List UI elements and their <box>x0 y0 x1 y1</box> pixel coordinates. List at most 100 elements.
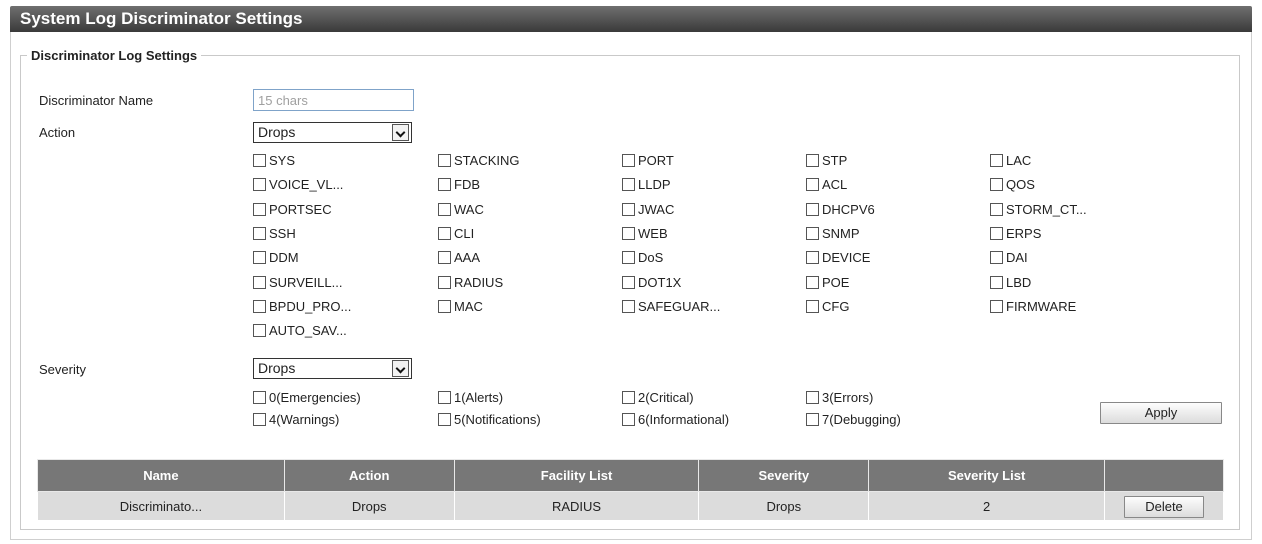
facility-checkbox-dai[interactable]: DAI <box>990 250 1028 266</box>
severity-checkbox-0-emergencies[interactable]: 0(Emergencies) <box>253 390 361 406</box>
severity-select[interactable]: Drops <box>253 358 412 379</box>
checkbox-icon[interactable] <box>806 227 819 240</box>
checkbox-icon[interactable] <box>806 276 819 289</box>
checkbox-icon[interactable] <box>622 178 635 191</box>
facility-checkbox-stp[interactable]: STP <box>806 153 847 169</box>
facility-checkbox-sys[interactable]: SYS <box>253 153 295 169</box>
facility-checkbox-voice-vl[interactable]: VOICE_VL... <box>253 177 343 193</box>
checkbox-icon[interactable] <box>622 227 635 240</box>
facility-checkbox-snmp[interactable]: SNMP <box>806 226 860 242</box>
facility-checkbox-poe[interactable]: POE <box>806 275 849 291</box>
facility-checkbox-auto-sav[interactable]: AUTO_SAV... <box>253 323 347 339</box>
checkbox-icon[interactable] <box>253 154 266 167</box>
facility-checkbox-qos[interactable]: QOS <box>990 177 1035 193</box>
facility-label: SAFEGUAR... <box>638 299 721 314</box>
severity-label: Severity <box>39 362 86 377</box>
checkbox-icon[interactable] <box>622 276 635 289</box>
checkbox-icon[interactable] <box>438 276 451 289</box>
facility-label: SNMP <box>822 226 860 241</box>
checkbox-icon[interactable] <box>990 178 1003 191</box>
facility-checkbox-device[interactable]: DEVICE <box>806 250 870 266</box>
checkbox-icon[interactable] <box>990 154 1003 167</box>
facility-checkbox-erps[interactable]: ERPS <box>990 226 1041 242</box>
facility-checkbox-port[interactable]: PORT <box>622 153 674 169</box>
facility-checkbox-firmware[interactable]: FIRMWARE <box>990 299 1076 315</box>
severity-checkbox-1-alerts[interactable]: 1(Alerts) <box>438 390 503 406</box>
checkbox-icon[interactable] <box>438 391 451 404</box>
chevron-down-icon[interactable] <box>392 124 409 141</box>
checkbox-icon[interactable] <box>622 251 635 264</box>
checkbox-icon[interactable] <box>806 154 819 167</box>
severity-checkbox-3-errors[interactable]: 3(Errors) <box>806 390 873 406</box>
checkbox-icon[interactable] <box>990 227 1003 240</box>
checkbox-icon[interactable] <box>806 391 819 404</box>
facility-checkbox-storm-ct[interactable]: STORM_CT... <box>990 202 1087 218</box>
checkbox-icon[interactable] <box>990 203 1003 216</box>
facility-checkbox-jwac[interactable]: JWAC <box>622 202 674 218</box>
facility-checkbox-radius[interactable]: RADIUS <box>438 275 503 291</box>
facility-checkbox-cfg[interactable]: CFG <box>806 299 849 315</box>
checkbox-icon[interactable] <box>438 251 451 264</box>
facility-checkbox-stacking[interactable]: STACKING <box>438 153 520 169</box>
checkbox-icon[interactable] <box>253 300 266 313</box>
facility-checkbox-fdb[interactable]: FDB <box>438 177 480 193</box>
facility-checkbox-aaa[interactable]: AAA <box>438 250 480 266</box>
checkbox-icon[interactable] <box>622 391 635 404</box>
checkbox-icon[interactable] <box>622 154 635 167</box>
checkbox-icon[interactable] <box>438 413 451 426</box>
facility-checkbox-safeguar[interactable]: SAFEGUAR... <box>622 299 720 315</box>
facility-checkbox-lac[interactable]: LAC <box>990 153 1031 169</box>
checkbox-icon[interactable] <box>438 203 451 216</box>
checkbox-icon[interactable] <box>253 203 266 216</box>
checkbox-icon[interactable] <box>253 413 266 426</box>
severity-checkbox-7-debugging[interactable]: 7(Debugging) <box>806 412 901 428</box>
facility-checkbox-dos[interactable]: DoS <box>622 250 663 266</box>
checkbox-icon[interactable] <box>806 178 819 191</box>
checkbox-icon[interactable] <box>622 300 635 313</box>
checkbox-icon[interactable] <box>806 203 819 216</box>
checkbox-icon[interactable] <box>990 251 1003 264</box>
facility-checkbox-wac[interactable]: WAC <box>438 202 484 218</box>
checkbox-icon[interactable] <box>622 203 635 216</box>
severity-checkbox-4-warnings[interactable]: 4(Warnings) <box>253 412 339 428</box>
severity-checkbox-5-notifications[interactable]: 5(Notifications) <box>438 412 541 428</box>
delete-button[interactable]: Delete <box>1124 496 1204 518</box>
facility-checkbox-bpdu-pro[interactable]: BPDU_PRO... <box>253 299 351 315</box>
checkbox-icon[interactable] <box>806 300 819 313</box>
checkbox-icon[interactable] <box>438 227 451 240</box>
facility-checkbox-portsec[interactable]: PORTSEC <box>253 202 332 218</box>
facility-checkbox-acl[interactable]: ACL <box>806 177 847 193</box>
chevron-down-icon[interactable] <box>392 360 409 377</box>
facility-checkbox-dhcpv6[interactable]: DHCPV6 <box>806 202 875 218</box>
checkbox-icon[interactable] <box>622 413 635 426</box>
checkbox-icon[interactable] <box>253 276 266 289</box>
facility-checkbox-lldp[interactable]: LLDP <box>622 177 671 193</box>
facility-checkbox-dot1x[interactable]: DOT1X <box>622 275 681 291</box>
checkbox-icon[interactable] <box>253 178 266 191</box>
checkbox-icon[interactable] <box>253 391 266 404</box>
facility-checkbox-ddm[interactable]: DDM <box>253 250 299 266</box>
checkbox-icon[interactable] <box>438 300 451 313</box>
checkbox-icon[interactable] <box>438 154 451 167</box>
checkbox-icon[interactable] <box>990 276 1003 289</box>
facility-checkbox-web[interactable]: WEB <box>622 226 668 242</box>
severity-checkbox-2-critical[interactable]: 2(Critical) <box>622 390 694 406</box>
checkbox-icon[interactable] <box>253 324 266 337</box>
checkbox-icon[interactable] <box>806 251 819 264</box>
checkbox-icon[interactable] <box>438 178 451 191</box>
facility-checkbox-mac[interactable]: MAC <box>438 299 483 315</box>
column-header-facility-list: Facility List <box>453 459 700 492</box>
checkbox-icon[interactable] <box>253 251 266 264</box>
apply-button[interactable]: Apply <box>1100 402 1222 424</box>
checkbox-icon[interactable] <box>806 413 819 426</box>
column-header-action: Action <box>283 459 455 492</box>
facility-checkbox-cli[interactable]: CLI <box>438 226 474 242</box>
facility-checkbox-surveill[interactable]: SURVEILL... <box>253 275 342 291</box>
checkbox-icon[interactable] <box>253 227 266 240</box>
checkbox-icon[interactable] <box>990 300 1003 313</box>
facility-checkbox-ssh[interactable]: SSH <box>253 226 296 242</box>
discriminator-name-input[interactable] <box>253 89 414 111</box>
facility-checkbox-lbd[interactable]: LBD <box>990 275 1031 291</box>
action-select[interactable]: Drops <box>253 122 412 143</box>
severity-checkbox-6-informational[interactable]: 6(Informational) <box>622 412 729 428</box>
